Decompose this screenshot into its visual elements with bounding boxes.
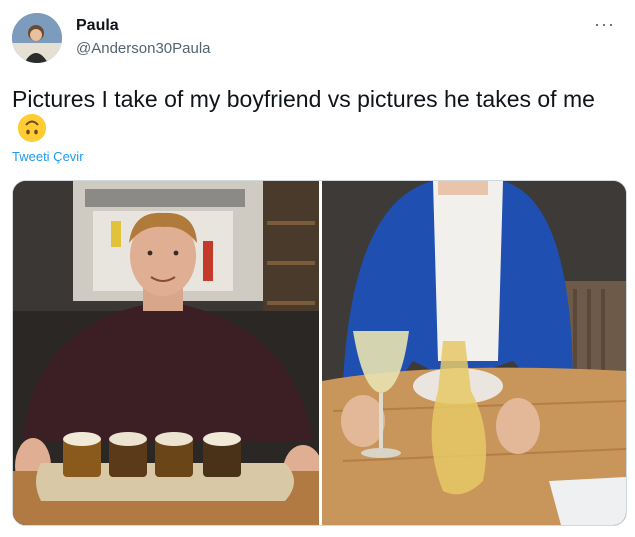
avatar-image [12, 13, 62, 63]
tweet-media[interactable] [12, 180, 627, 526]
woman-in-blue-blazer-photo[interactable] [322, 181, 626, 525]
translate-tweet-link[interactable]: Tweeti Çevir [12, 149, 84, 164]
upside-down-face-emoji-icon [18, 114, 46, 142]
author-name[interactable]: Paula [76, 17, 119, 35]
more-options-button[interactable]: ··· [594, 14, 615, 35]
tweet-body: Pictures I take of my boyfriend vs pictu… [12, 86, 595, 112]
tweet-text: Pictures I take of my boyfriend vs pictu… [12, 84, 627, 144]
author-handle[interactable]: @Anderson30Paula [76, 40, 211, 57]
man-with-beer-flight-photo[interactable] [13, 181, 323, 525]
avatar[interactable] [12, 13, 62, 63]
